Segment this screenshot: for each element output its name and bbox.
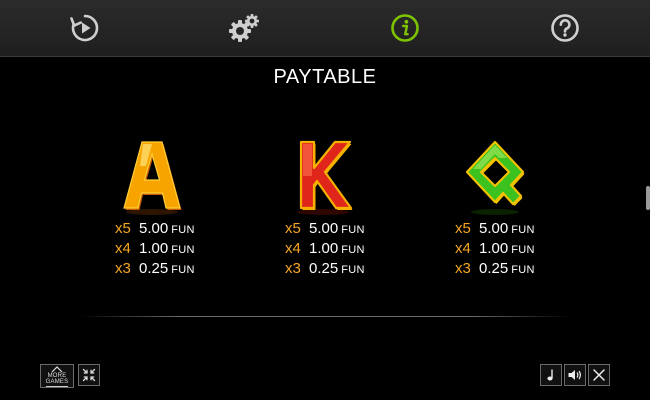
- more-games-label: MORE GAMES: [45, 373, 69, 385]
- close-button[interactable]: [588, 364, 610, 386]
- pay-value: 1.00: [479, 240, 509, 257]
- pay-value: 0.25: [479, 260, 509, 277]
- pay-row: x4 1.00 FUN: [285, 239, 405, 259]
- help-button[interactable]: [549, 12, 581, 44]
- pay-currency: FUN: [341, 264, 365, 276]
- pay-multiplier: x4: [285, 240, 301, 257]
- pay-currency: FUN: [341, 224, 365, 236]
- pay-row: x3 0.25 FUN: [115, 259, 235, 279]
- top-bar: [0, 0, 650, 57]
- letter-q-symbol-icon: [465, 140, 525, 215]
- home-icon: [51, 366, 63, 373]
- info-button[interactable]: [389, 12, 421, 44]
- pay-multiplier: x3: [115, 260, 131, 277]
- speaker-icon: [568, 370, 581, 380]
- pay-row: x5 5.00 FUN: [455, 219, 575, 239]
- pay-row: x3 0.25 FUN: [285, 259, 405, 279]
- pay-value: 5.00: [479, 220, 509, 237]
- symbol-q-card: [455, 136, 535, 216]
- music-button[interactable]: [540, 364, 562, 386]
- pay-multiplier: x4: [115, 240, 131, 257]
- minimize-icon: [82, 368, 96, 382]
- pay-multiplier: x5: [115, 220, 131, 237]
- help-icon: [551, 14, 579, 42]
- more-games-underline: [46, 386, 68, 387]
- symbol-k-pays: x5 5.00 FUN x4 1.00 FUN x3 0.25 FUN: [285, 219, 405, 279]
- pay-value: 0.25: [309, 260, 339, 277]
- pay-value: 0.25: [139, 260, 169, 277]
- pay-row: x5 5.00 FUN: [285, 219, 405, 239]
- minimize-button[interactable]: [78, 364, 100, 386]
- pay-value: 5.00: [309, 220, 339, 237]
- replay-button[interactable]: [69, 12, 101, 44]
- pay-currency: FUN: [511, 264, 535, 276]
- pay-multiplier: x3: [285, 260, 301, 277]
- pay-multiplier: x3: [455, 260, 471, 277]
- replay-icon: [70, 14, 99, 42]
- letter-a-symbol-icon: [123, 141, 182, 215]
- pay-row: x4 1.00 FUN: [115, 239, 235, 259]
- symbol-k-card: [283, 136, 363, 216]
- scrollbar-thumb[interactable]: [646, 186, 650, 210]
- pay-value: 5.00: [139, 220, 169, 237]
- pay-value: 1.00: [139, 240, 169, 257]
- music-note-icon: [547, 369, 553, 381]
- more-games-button[interactable]: MORE GAMES: [40, 364, 74, 388]
- settings-gears-icon: [229, 14, 259, 42]
- symbol-a-pays: x5 5.00 FUN x4 1.00 FUN x3 0.25 FUN: [115, 219, 235, 279]
- pay-currency: FUN: [341, 244, 365, 256]
- sound-button[interactable]: [564, 364, 586, 386]
- section-divider: [80, 316, 570, 317]
- info-icon: [391, 14, 419, 42]
- pay-multiplier: x5: [285, 220, 301, 237]
- pay-row: x5 5.00 FUN: [115, 219, 235, 239]
- close-icon: [593, 369, 605, 381]
- pay-multiplier: x5: [455, 220, 471, 237]
- pay-value: 1.00: [309, 240, 339, 257]
- letter-k-symbol-icon: [297, 140, 353, 215]
- page-title: PAYTABLE: [273, 66, 377, 88]
- pay-currency: FUN: [171, 264, 195, 276]
- pay-multiplier: x4: [455, 240, 471, 257]
- pay-currency: FUN: [511, 244, 535, 256]
- symbol-q-pays: x5 5.00 FUN x4 1.00 FUN x3 0.25 FUN: [455, 219, 575, 279]
- settings-button[interactable]: [228, 12, 260, 44]
- pay-currency: FUN: [171, 244, 195, 256]
- pay-currency: FUN: [511, 224, 535, 236]
- pay-row: x3 0.25 FUN: [455, 259, 575, 279]
- pay-row: x4 1.00 FUN: [455, 239, 575, 259]
- pay-currency: FUN: [171, 224, 195, 236]
- symbol-a-card: [112, 136, 192, 216]
